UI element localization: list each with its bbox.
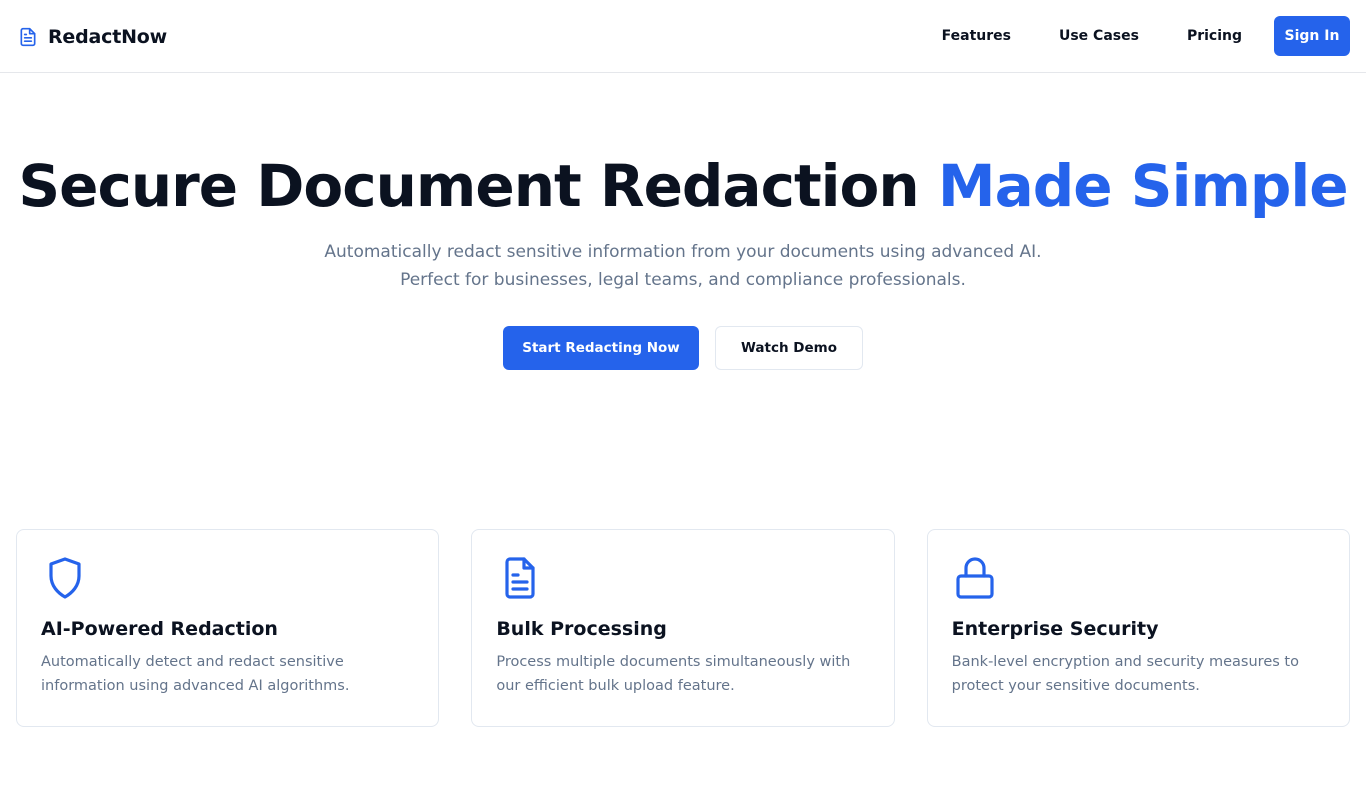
nav-link-features[interactable]: Features <box>942 28 1011 44</box>
feature-description: Process multiple documents simultaneousl… <box>496 654 851 694</box>
nav-links: Features Use Cases Pricing Sign In <box>942 16 1350 56</box>
file-text-icon <box>505 557 535 599</box>
sign-in-button[interactable]: Sign In <box>1274 16 1350 56</box>
nav-link-pricing[interactable]: Pricing <box>1187 28 1242 44</box>
hero-subtitle-line-2: Perfect for businesses, legal teams, and… <box>400 270 966 290</box>
hero-actions: Start Redacting Now Watch Demo <box>0 326 1366 370</box>
hero-section: Secure Document Redaction Made Simple Au… <box>0 150 1366 370</box>
brand[interactable]: RedactNow <box>18 24 167 50</box>
top-navbar: RedactNow Features Use Cases Pricing Sig… <box>0 0 1366 73</box>
hero-title: Secure Document Redaction Made Simple <box>0 150 1366 222</box>
features-section: AI-Powered Redaction Automatically detec… <box>16 529 1350 727</box>
hero-title-main: Secure Document Redaction <box>18 152 919 220</box>
feature-description: Automatically detect and redact sensitiv… <box>41 654 350 694</box>
feature-title: AI-Powered Redaction <box>41 618 278 640</box>
feature-card-enterprise-security: Enterprise Security Bank-level encryptio… <box>926 529 1350 727</box>
file-text-icon <box>20 27 36 47</box>
feature-card-bulk-processing: Bulk Processing Process multiple documen… <box>471 529 895 727</box>
feature-description: Bank-level encryption and security measu… <box>951 654 1299 694</box>
hero-subtitle-line-1: Automatically redact sensitive informati… <box>324 242 1042 262</box>
feature-title: Bulk Processing <box>496 618 667 640</box>
shield-icon <box>49 557 81 599</box>
hero-title-accent: Made Simple <box>937 152 1349 220</box>
start-redacting-button[interactable]: Start Redacting Now <box>503 326 699 370</box>
watch-demo-button[interactable]: Watch Demo <box>715 326 863 370</box>
feature-card-ai-redaction: AI-Powered Redaction Automatically detec… <box>16 529 440 727</box>
hero-subtitle: Automatically redact sensitive informati… <box>0 238 1366 294</box>
feature-title: Enterprise Security <box>951 618 1159 640</box>
lock-icon <box>956 557 994 599</box>
nav-link-use-cases[interactable]: Use Cases <box>1059 28 1139 44</box>
brand-name: RedactNow <box>48 26 167 48</box>
